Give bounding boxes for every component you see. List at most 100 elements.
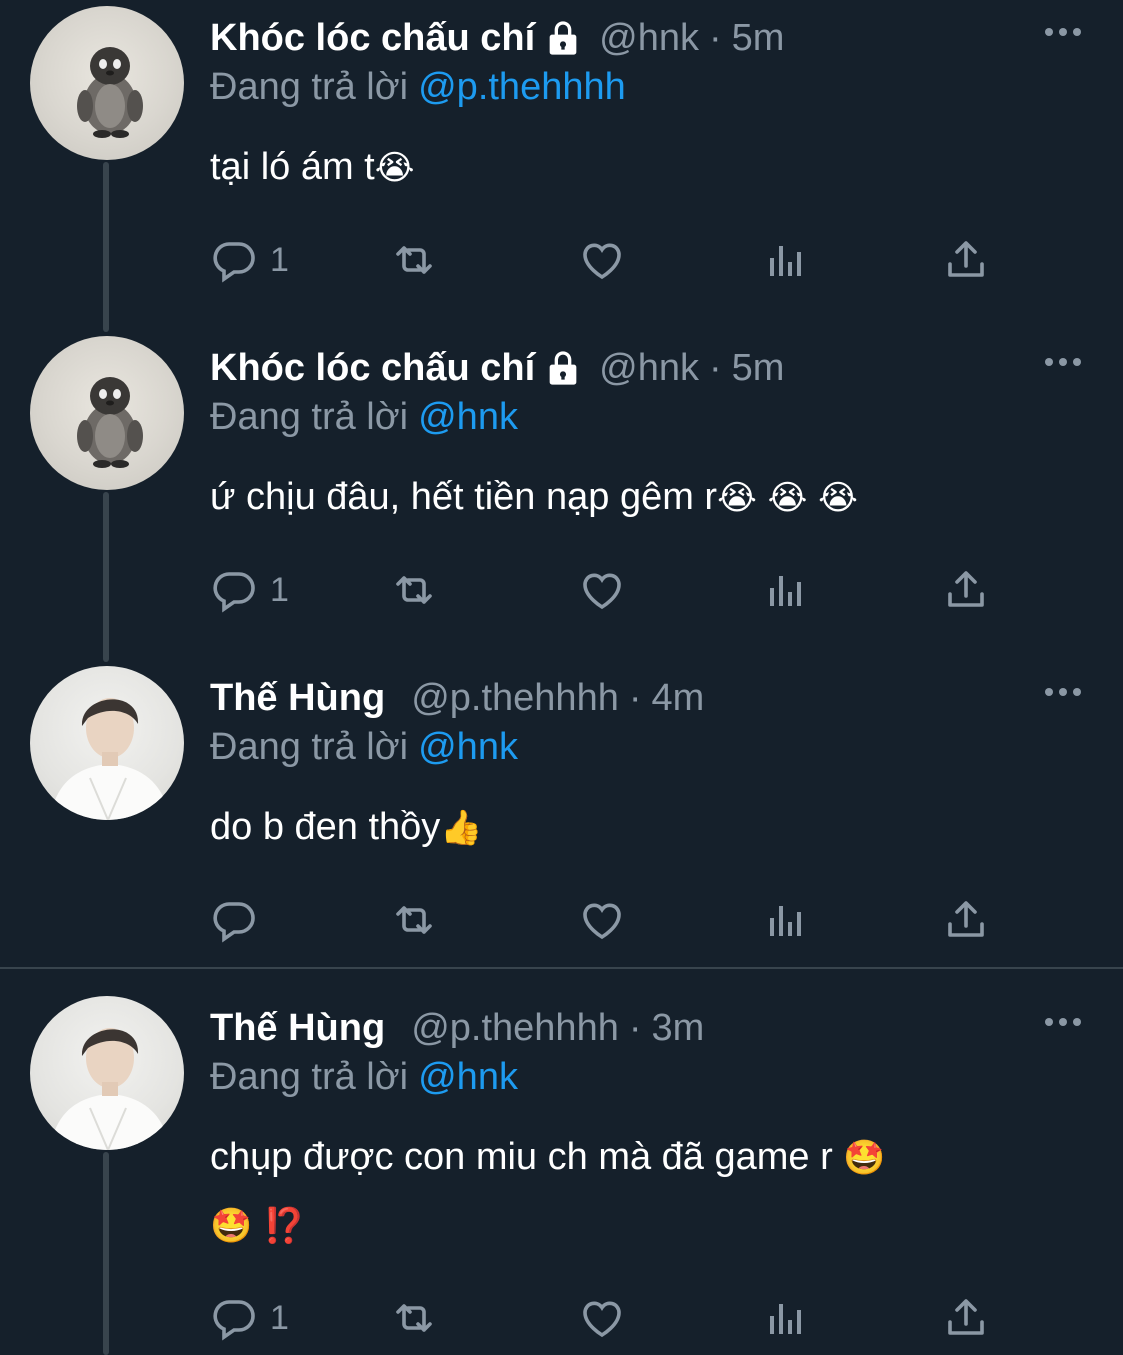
replying-to: Đang trả lời @hnk (210, 726, 518, 769)
display-name[interactable]: Khóc lóc chấu chí (210, 347, 535, 390)
tweet-header: Khóc lóc chấu chí @hnk · 5m (210, 16, 784, 60)
reply-button[interactable] (210, 895, 270, 945)
more-icon[interactable] (1043, 22, 1083, 42)
reply-icon (213, 572, 255, 613)
tweet-text: do b đen thồy👍 (210, 794, 483, 861)
person-avatar (50, 1028, 170, 1150)
views-icon (770, 246, 801, 276)
dot-separator: · (709, 16, 722, 59)
tweet-text-content: ứ chịu đâu, hết tiền nạp gêm r (210, 476, 718, 518)
like-button[interactable] (578, 235, 626, 285)
tweet-text: ứ chịu đâu, hết tiền nạp gêm r😭 😭 😭 (210, 464, 858, 531)
mention-link[interactable]: @hnk (418, 1056, 518, 1098)
mention-link[interactable]: @hnk (418, 396, 518, 438)
share-icon (948, 571, 984, 607)
more-icon[interactable] (1043, 682, 1083, 702)
replying-label: Đang trả lời (210, 66, 409, 108)
reply-icon (213, 242, 255, 283)
display-name[interactable]: Khóc lóc chấu chí (210, 17, 535, 60)
tweet-header: Thế Hùng @p.thehhhh · 3m (210, 1006, 704, 1050)
emoji: 🤩 (843, 1138, 886, 1178)
dot-separator: · (709, 346, 722, 389)
tweet-1[interactable]: Khóc lóc chấu chí @hnk · 5m Đang trả lời… (0, 0, 1123, 330)
tweet-text: chụp được con miu ch mà đã game r 🤩 (210, 1124, 886, 1191)
emoji: 👍 (440, 808, 483, 848)
reply-count: 1 (270, 240, 289, 279)
tweet-actions: 1 (210, 235, 1010, 285)
retweet-icon (396, 576, 432, 604)
share-button[interactable] (942, 1293, 990, 1343)
avatar[interactable] (30, 666, 184, 820)
replying-label: Đang trả lời (210, 396, 409, 438)
emoji: 🤩 ⁉️ (210, 1206, 306, 1246)
reply-button[interactable]: 1 (210, 1293, 289, 1343)
tweet-4[interactable]: Thế Hùng @p.thehhhh · 3m Đang trả lời @hn… (0, 990, 1123, 1355)
like-icon (583, 1301, 621, 1338)
emoji: 😭 (374, 148, 415, 188)
tweet-actions: 1 (210, 565, 1010, 615)
display-name[interactable]: Thế Hùng (210, 1007, 385, 1050)
replying-label: Đang trả lời (210, 726, 409, 768)
tweet-actions (210, 895, 1010, 945)
tweet-header: Thế Hùng @p.thehhhh · 4m (210, 676, 704, 720)
share-button[interactable] (942, 895, 990, 945)
dot-separator: · (628, 1006, 642, 1049)
timestamp[interactable]: 5m (732, 347, 785, 390)
avatar[interactable] (30, 996, 184, 1150)
like-icon (583, 243, 621, 280)
timestamp[interactable]: 3m (652, 1007, 705, 1050)
tweet-3[interactable]: Thế Hùng @p.thehhhh · 4m Đang trả lời @hn… (0, 660, 1123, 965)
display-name[interactable]: Thế Hùng (210, 677, 385, 720)
tweet-2[interactable]: Khóc lóc chấu chí @hnk · 5m Đang trả lời… (0, 330, 1123, 660)
section-divider (0, 967, 1123, 969)
user-handle[interactable]: @p.thehhhh (411, 677, 619, 720)
mention-link[interactable]: @p.thehhhh (418, 66, 626, 108)
reply-icon (213, 1300, 255, 1341)
lock-icon (549, 351, 577, 385)
lock-icon (549, 21, 577, 55)
replying-label: Đang trả lời (210, 1056, 409, 1098)
retweet-button[interactable] (390, 895, 438, 945)
retweet-icon (396, 906, 432, 934)
share-button[interactable] (942, 235, 990, 285)
mention-link[interactable]: @hnk (418, 726, 518, 768)
more-icon[interactable] (1043, 1012, 1083, 1032)
more-icon[interactable] (1043, 352, 1083, 372)
reply-button[interactable]: 1 (210, 235, 289, 285)
views-button[interactable] (762, 565, 810, 615)
views-button[interactable] (762, 235, 810, 285)
retweet-button[interactable] (390, 235, 438, 285)
dot-separator: · (628, 676, 642, 719)
penguin-plush-avatar (77, 377, 143, 468)
reply-count: 1 (270, 1298, 289, 1337)
share-icon (948, 241, 984, 277)
user-handle[interactable]: @hnk (599, 17, 699, 60)
reply-icon (213, 902, 255, 943)
avatar[interactable] (30, 336, 184, 490)
reply-count: 1 (270, 570, 289, 609)
user-handle[interactable]: @p.thehhhh (411, 1007, 619, 1050)
retweet-icon (396, 246, 432, 274)
timestamp[interactable]: 5m (732, 17, 785, 60)
retweet-button[interactable] (390, 565, 438, 615)
share-icon (948, 1299, 984, 1335)
reply-button[interactable]: 1 (210, 565, 289, 615)
views-icon (770, 576, 801, 606)
replying-to: Đang trả lời @p.thehhhh (210, 66, 626, 109)
user-handle[interactable]: @hnk (599, 347, 699, 390)
timestamp[interactable]: 4m (652, 677, 705, 720)
like-button[interactable] (578, 1293, 626, 1343)
like-button[interactable] (578, 565, 626, 615)
tweet-actions: 1 (210, 1293, 1010, 1343)
views-button[interactable] (762, 895, 810, 945)
retweet-button[interactable] (390, 1293, 438, 1343)
like-icon (583, 903, 621, 940)
views-button[interactable] (762, 1293, 810, 1343)
person-avatar (50, 698, 170, 820)
avatar[interactable] (30, 6, 184, 160)
tweet-text-content: chụp được con miu ch mà đã game r (210, 1136, 833, 1178)
retweet-icon (396, 1304, 432, 1332)
share-button[interactable] (942, 565, 990, 615)
like-button[interactable] (578, 895, 626, 945)
tweet-text-content: tại ló ám t (210, 146, 375, 188)
